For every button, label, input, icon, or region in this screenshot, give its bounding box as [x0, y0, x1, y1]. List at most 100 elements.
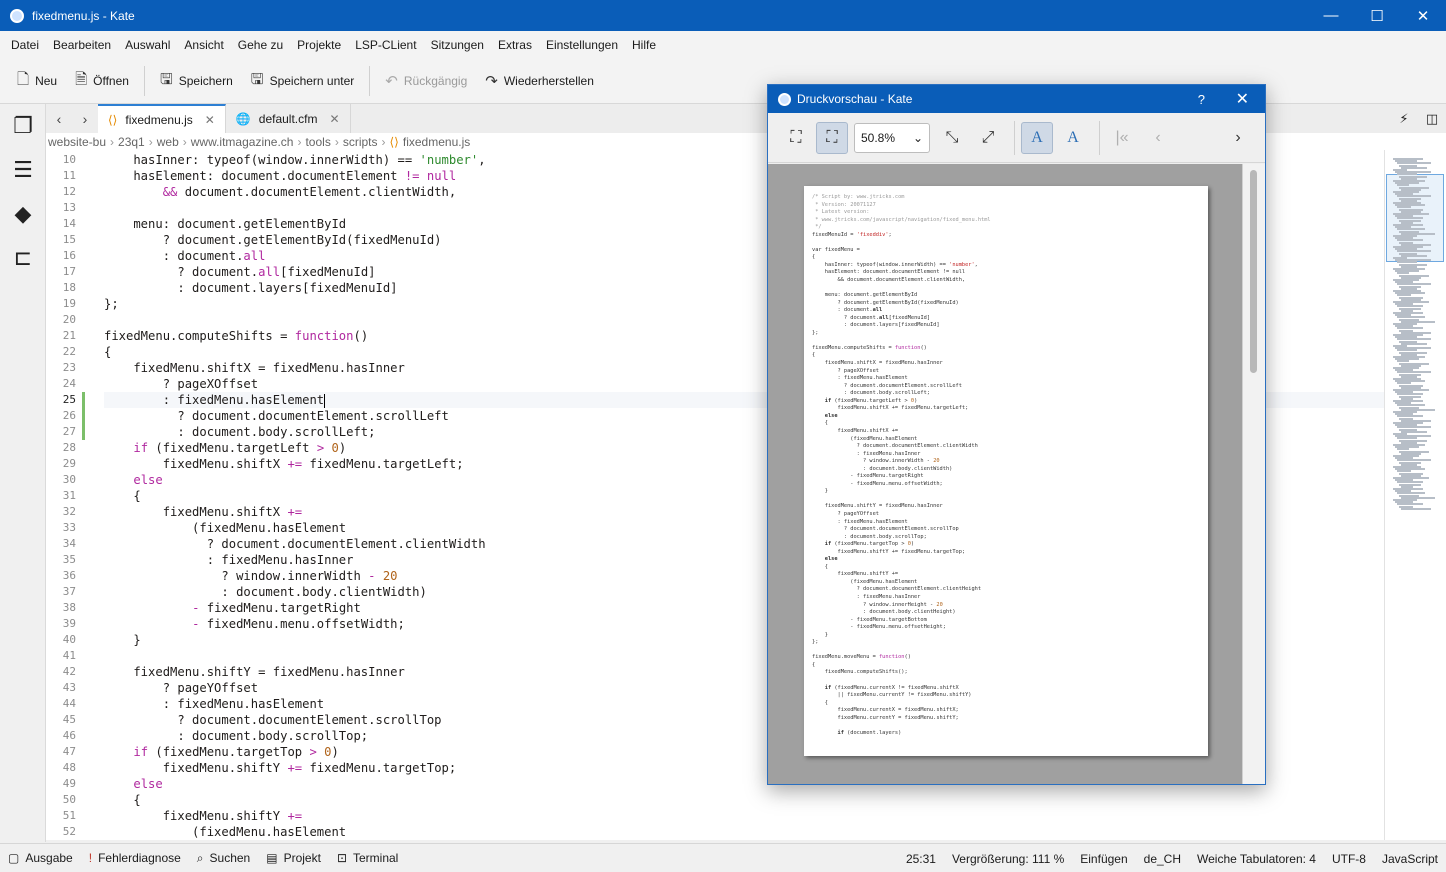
menu-hilfe[interactable]: Hilfe — [625, 38, 663, 52]
line-number: 19 — [62, 297, 76, 310]
menu-extras[interactable]: Extras — [491, 38, 539, 52]
breadcrumb-item[interactable]: web — [157, 135, 179, 149]
fit-page-button[interactable]: ⛶ — [816, 121, 848, 154]
breadcrumb-item[interactable]: www.itmagazine.ch — [191, 135, 294, 149]
preview-scrollbar[interactable] — [1242, 164, 1265, 784]
line-number: 46 — [62, 729, 76, 742]
landscape-button[interactable]: A — [1057, 122, 1089, 154]
undo-button[interactable]: ↶ Rückgängig — [376, 66, 476, 96]
quick-open-icon[interactable]: ⚡ — [1390, 111, 1418, 127]
tab-default-cfm[interactable]: 🌐 default.cfm ✕ — [226, 104, 351, 133]
cursor-position[interactable]: 25:31 — [906, 852, 936, 866]
warning-icon: ! — [88, 851, 93, 865]
minimap[interactable] — [1384, 150, 1446, 840]
line-number: 20 — [62, 313, 76, 326]
input-mode[interactable]: Einfügen — [1080, 852, 1127, 866]
preview-line: hasInner: typeof(window.innerWidth) == '… — [812, 261, 978, 268]
preview-line: - fixedMenu.menu.offsetWidth; — [812, 480, 943, 487]
syntax-mode[interactable]: JavaScript — [1382, 852, 1438, 866]
preview-line: fixedMenu.shiftY += — [812, 571, 899, 578]
breadcrumb-item[interactable]: fixedmenu.js — [403, 135, 470, 149]
tab-forward-button[interactable]: › — [72, 104, 98, 133]
save-as-button[interactable]: 🖫 Speichern unter — [242, 66, 364, 96]
preview-line — [812, 677, 991, 685]
line-number: 40 — [62, 633, 76, 646]
breadcrumb-item[interactable]: website-bu — [48, 135, 106, 149]
zoom-select[interactable]: 50.8% ⌄ — [854, 122, 930, 153]
diagnostics-panel-button[interactable]: ! Fehlerdiagnose — [89, 851, 181, 865]
preview-area[interactable]: /* Script by: www.jtricks.com * Version:… — [768, 164, 1243, 784]
menu-datei[interactable]: Datei — [4, 38, 46, 52]
close-tab-icon[interactable]: ✕ — [205, 113, 215, 127]
modified-lines-marker — [82, 392, 85, 440]
menu-ansicht[interactable]: Ansicht — [177, 38, 230, 52]
first-page-button[interactable]: |« — [1106, 122, 1138, 154]
git-panel-button[interactable]: ◆ — [0, 192, 46, 236]
documents-panel-button[interactable]: ❐ — [0, 104, 46, 148]
portrait-button[interactable]: A — [1021, 121, 1053, 154]
print-preview-dialog: Druckvorschau - Kate ? ✕ ⛶ ⛶ 50.8% ⌄ ⤡ ⤢ … — [767, 84, 1266, 785]
fit-width-button[interactable]: ⛶ — [780, 122, 812, 154]
code-line[interactable]: (fixedMenu.hasElement — [104, 824, 1384, 840]
symbols-panel-button[interactable]: ☰ — [0, 148, 46, 192]
save-button[interactable]: 🖫 Speichern — [151, 66, 242, 96]
dialog-close-button[interactable]: ✕ — [1236, 85, 1249, 113]
line-number: 15 — [62, 233, 76, 246]
breadcrumb-item[interactable]: tools — [305, 135, 330, 149]
preview-line: */ — [812, 224, 822, 231]
tab-fixedmenu-js[interactable]: ⟨⟩ fixedmenu.js ✕ — [98, 104, 226, 133]
spellcheck-language[interactable]: de_CH — [1144, 852, 1181, 866]
terminal-panel-button[interactable]: ⊡ Terminal — [337, 851, 398, 865]
line-number: 36 — [62, 569, 76, 582]
preview-line: fixedMenu.computeShifts = function() — [812, 344, 927, 351]
line-number-gutter: 10 11 12 13 14 15 16 17 18 19 20 21 22 23 24 25 26 27 28 29… — [46, 152, 80, 840]
zoom-out-button[interactable]: ⤡ — [936, 122, 968, 154]
menu-lsp-client[interactable]: LSP-CLient — [348, 38, 423, 52]
chevron-right-icon: › — [1235, 128, 1241, 146]
menu-auswahl[interactable]: Auswahl — [118, 38, 177, 52]
encoding[interactable]: UTF-8 — [1332, 852, 1366, 866]
indentation-mode[interactable]: Weiche Tabulatoren: 4 — [1197, 852, 1316, 866]
projects-panel-button[interactable]: ⊏ — [0, 236, 46, 280]
menu-projekte[interactable]: Projekte — [290, 38, 348, 52]
line-number: 14 — [62, 217, 76, 230]
menu-einstellungen[interactable]: Einstellungen — [539, 38, 625, 52]
preview-line: if (fixedMenu.currentX != fixedMenu.shif… — [824, 684, 959, 691]
code-line[interactable]: { — [104, 792, 1384, 808]
breadcrumb-item[interactable]: scripts — [343, 135, 378, 149]
next-page-button[interactable]: › — [1222, 122, 1254, 154]
preview-line — [812, 496, 991, 504]
preview-line: fixedMenu.shiftY = fixedMenu.hasInner — [812, 503, 943, 510]
open-button[interactable]: 🗎 Öffnen — [66, 66, 138, 96]
close-button[interactable]: ✕ — [1400, 0, 1446, 31]
menu-bearbeiten[interactable]: Bearbeiten — [46, 38, 118, 52]
code-line[interactable]: fixedMenu.shiftY += — [104, 808, 1384, 824]
tab-back-button[interactable]: ‹ — [46, 104, 72, 133]
preview-line: : document.body.scrollLeft; — [812, 390, 930, 397]
zoom-in-button[interactable]: ⤢ — [972, 122, 1004, 154]
line-number: 16 — [62, 249, 76, 262]
search-panel-button[interactable]: ⌕ Suchen — [197, 851, 250, 866]
kate-app-icon — [778, 92, 791, 106]
minimize-button[interactable]: — — [1308, 0, 1354, 31]
breadcrumb-item[interactable]: 23q1 — [118, 135, 145, 149]
scrollbar-thumb[interactable] — [1250, 170, 1257, 373]
zoom-level[interactable]: Vergrößerung: 111 % — [952, 852, 1064, 866]
line-number: 44 — [62, 697, 76, 710]
redo-button[interactable]: ↷ Wiederherstellen — [476, 66, 603, 96]
fit-width-icon: ⛶ — [790, 128, 802, 146]
previous-page-button[interactable]: ‹ — [1142, 122, 1174, 154]
new-button[interactable]: 🗋 Neu — [8, 66, 66, 96]
split-view-icon[interactable]: ◫ — [1418, 111, 1446, 127]
help-button[interactable]: ? — [1198, 85, 1205, 113]
menu-sitzungen[interactable]: Sitzungen — [424, 38, 491, 52]
output-panel-button[interactable]: ▢ Ausgabe — [8, 851, 73, 865]
left-sidebar: ❐ ☰ ◆ ⊏ — [0, 104, 46, 842]
menu-gehe-zu[interactable]: Gehe zu — [231, 38, 290, 52]
project-panel-button[interactable]: ▤ Projekt — [266, 851, 321, 865]
preview-line: : fixedMenu.hasInner — [812, 593, 921, 600]
preview-line: var fixedMenu = — [812, 246, 860, 253]
maximize-button[interactable]: ☐ — [1354, 0, 1400, 31]
close-tab-icon[interactable]: ✕ — [329, 112, 339, 126]
preview-line: ? document.documentElement.scrollTop — [812, 526, 959, 533]
